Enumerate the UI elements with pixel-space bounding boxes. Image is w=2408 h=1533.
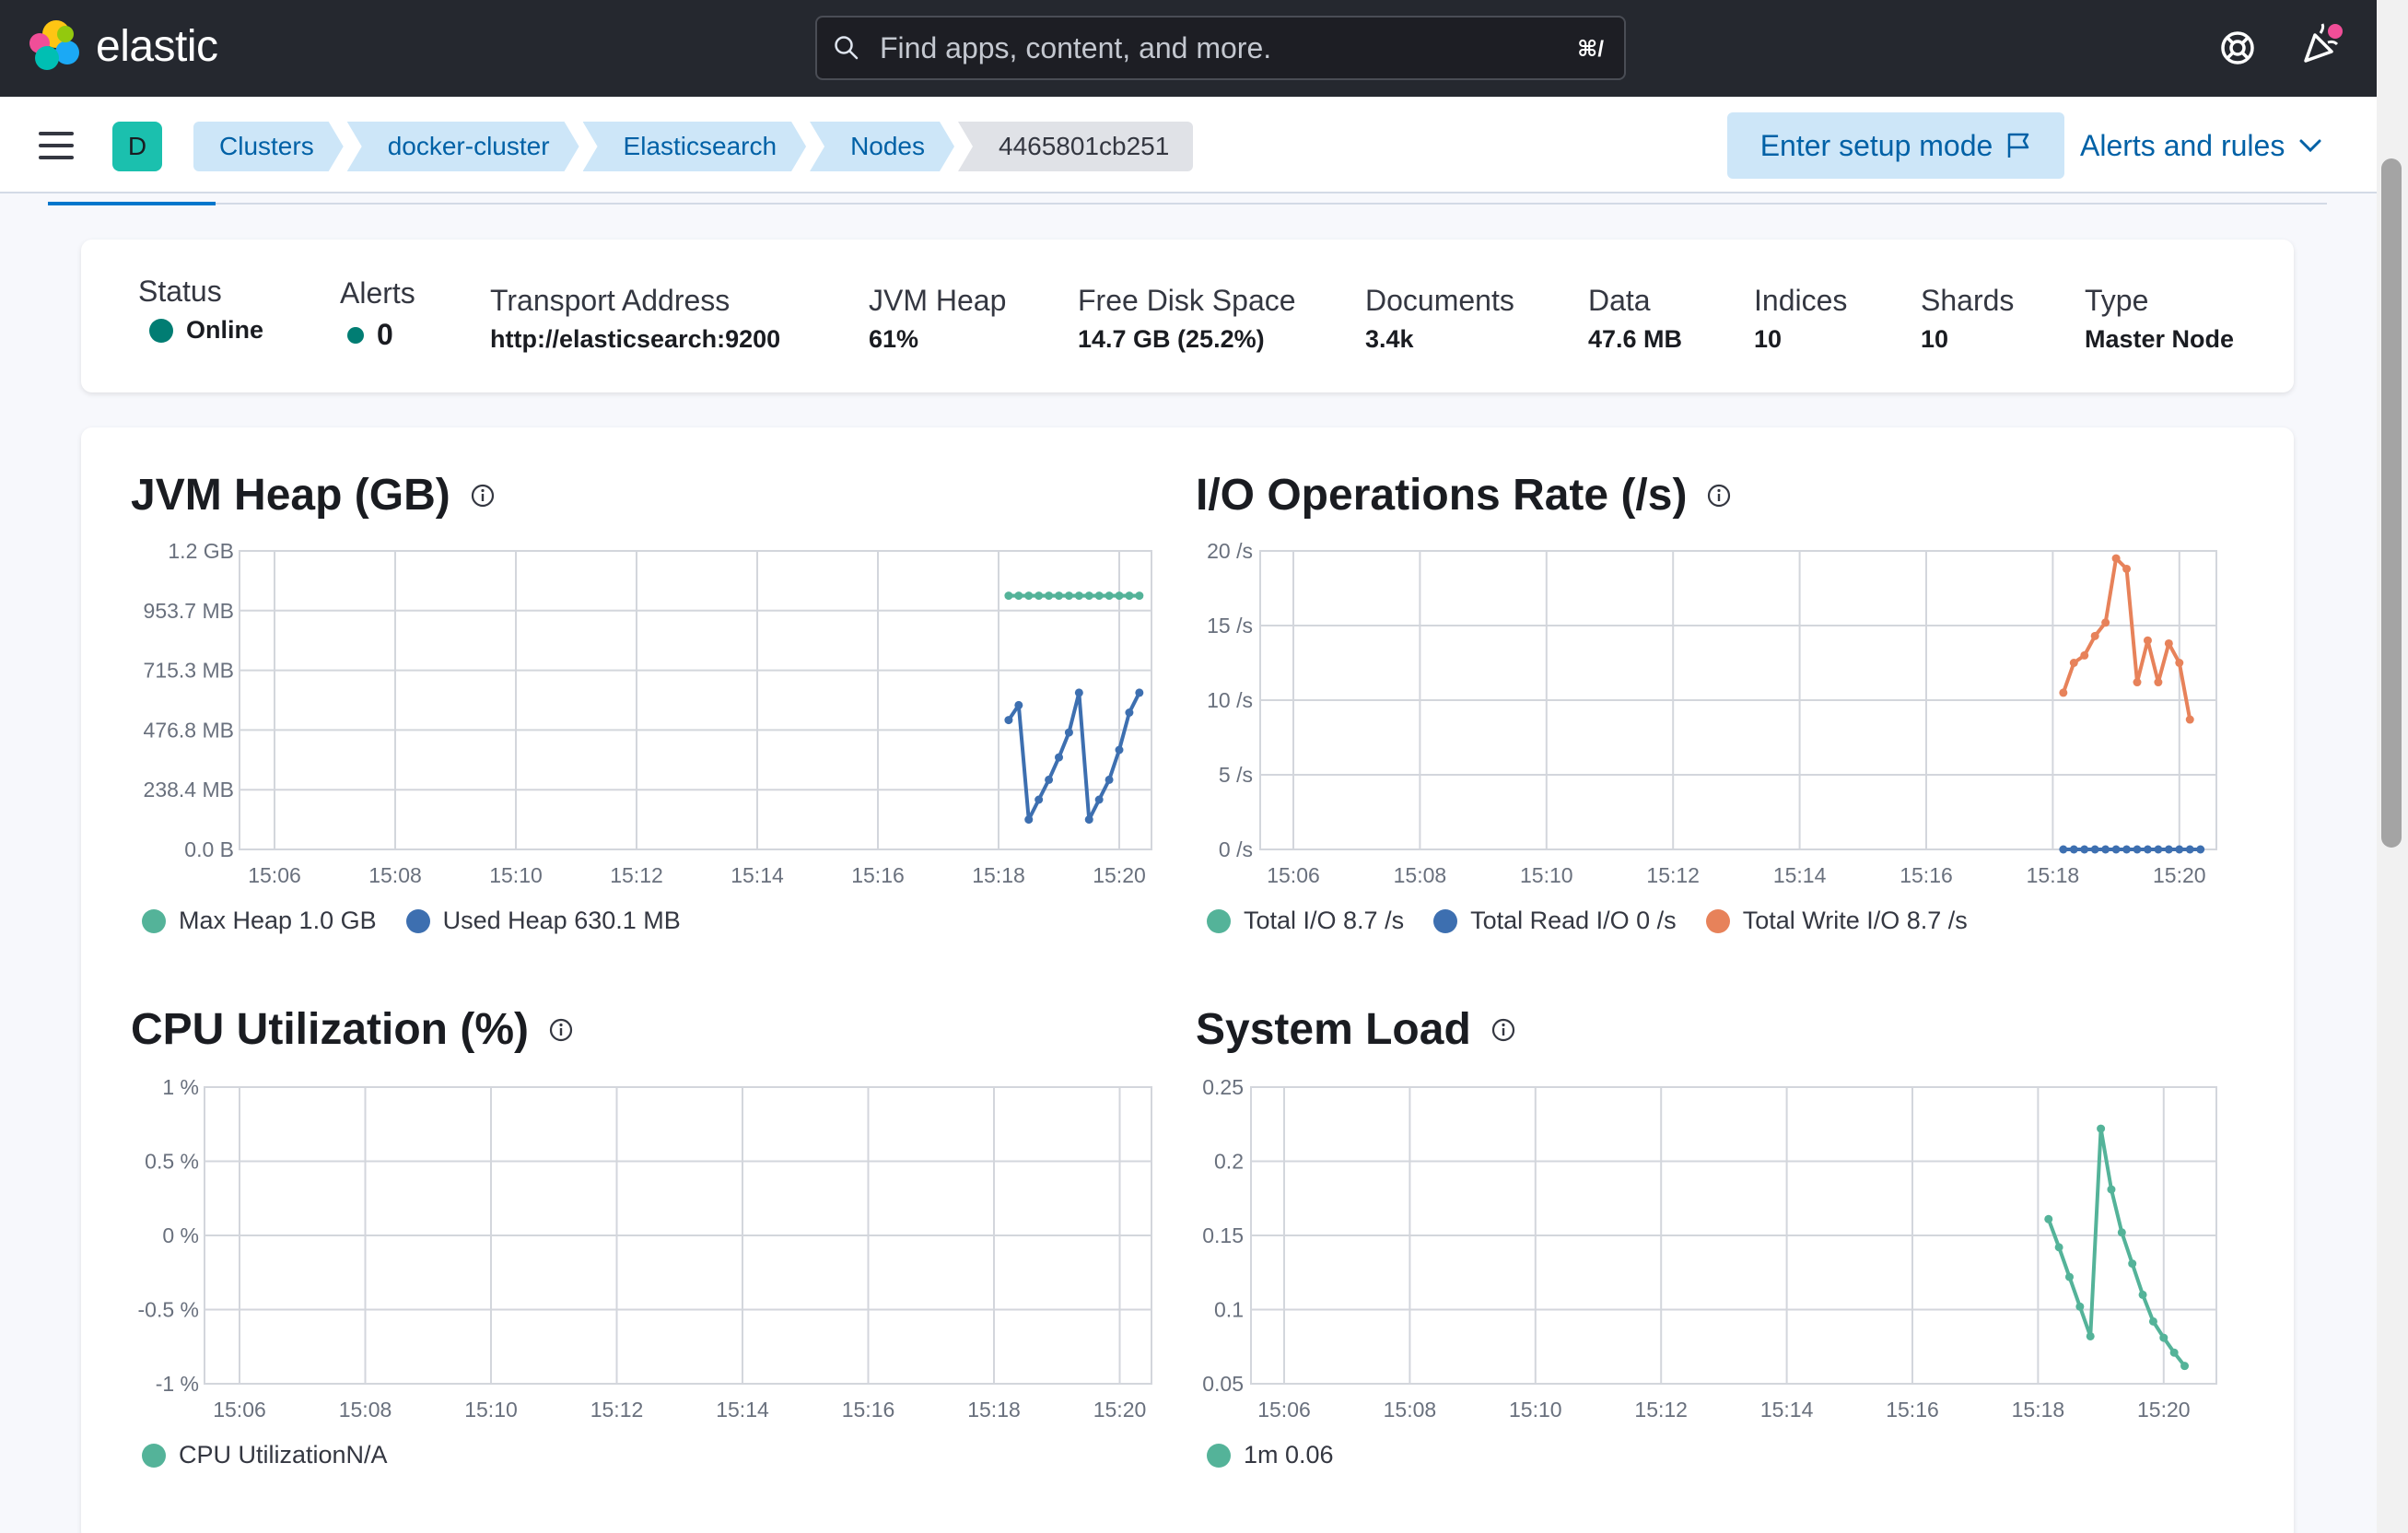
- x-tick-label: 15:10: [1509, 1398, 1562, 1422]
- data-point: [2148, 1317, 2157, 1326]
- legend-item-1m[interactable]: 1m 0.06: [1207, 1441, 1334, 1469]
- x-tick-label: 15:14: [1760, 1398, 1814, 1422]
- x-tick-label: 15:20: [2137, 1398, 2191, 1422]
- y-tick-label: 0.15: [1202, 1223, 1244, 1247]
- legend-label: 1m 0.06: [1244, 1441, 1334, 1469]
- data-point: [2180, 1362, 2190, 1371]
- y-tick-label: 0.2: [1214, 1150, 1244, 1174]
- system-load-legend: 1m 0.06: [1207, 1441, 1363, 1469]
- x-tick-label: 15:08: [1384, 1398, 1437, 1422]
- x-tick-label: 15:16: [1886, 1398, 1939, 1422]
- data-point: [2044, 1214, 2053, 1223]
- x-tick-label: 15:18: [2012, 1398, 2065, 1422]
- data-point: [2054, 1243, 2063, 1252]
- data-point: [2107, 1185, 2116, 1194]
- y-tick-label: 0.25: [1202, 1075, 1244, 1099]
- chart-plot-area: 0.25 0.2 0.15 0.1 0.05 15:06 15:08 15:10 15:12 15…: [1202, 1075, 2217, 1422]
- y-tick-label: 0.05: [1202, 1372, 1244, 1396]
- data-point: [2169, 1348, 2179, 1357]
- data-point: [2159, 1333, 2168, 1342]
- system-load-chart: 0.25 0.2 0.15 0.1 0.05 15:06 15:08 15:10 15:12 15…: [1202, 1075, 2217, 1422]
- data-point: [2086, 1331, 2095, 1340]
- data-point: [2097, 1124, 2106, 1133]
- data-point: [2138, 1290, 2147, 1299]
- data-point: [2117, 1228, 2126, 1237]
- x-tick-label: 15:12: [1634, 1398, 1688, 1422]
- legend-dot-icon: [1207, 1443, 1231, 1468]
- data-point: [2065, 1272, 2074, 1281]
- x-tick-label: 15:06: [1257, 1398, 1311, 1422]
- data-point: [2075, 1302, 2085, 1311]
- data-point: [2128, 1259, 2137, 1269]
- y-tick-label: 0.1: [1214, 1298, 1244, 1322]
